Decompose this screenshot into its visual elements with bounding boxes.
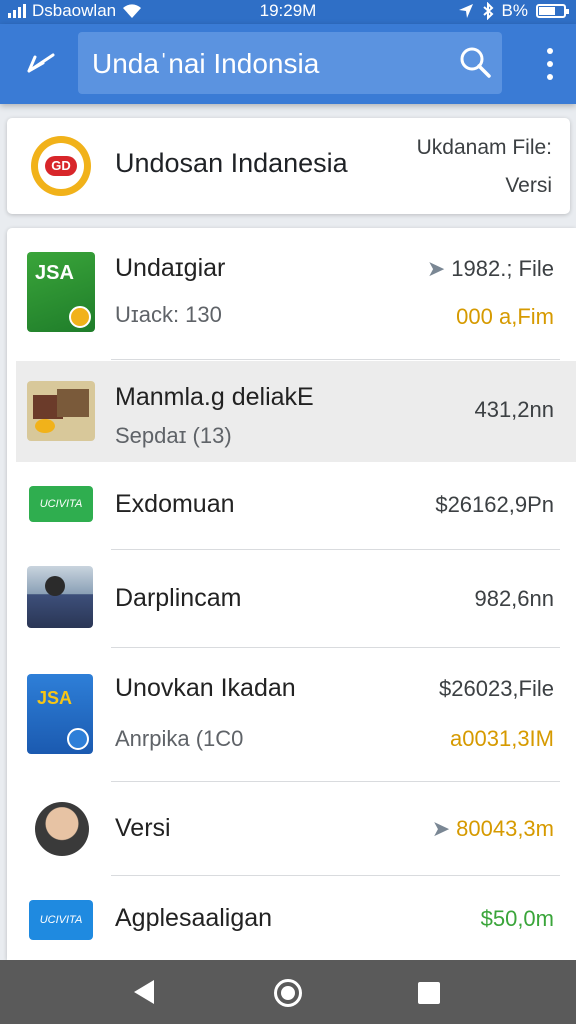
app-thumbnail [27, 381, 95, 441]
app-thumbnail: JSA [27, 252, 95, 332]
battery-icon [536, 4, 569, 18]
status-right: B% [458, 1, 569, 21]
nav-recents-icon[interactable] [418, 982, 440, 1004]
list-item[interactable]: Darplincam 982,6nn [7, 550, 576, 648]
item-meta-bottom: a0031,3IM [450, 726, 554, 751]
list-item[interactable]: JSA Unovkan Ikadan Anrpika (1C0 $26023,F… [7, 648, 576, 782]
item-subtitle: Anrpika (1C0 [115, 726, 244, 751]
item-meta-top: $50,0m [480, 906, 554, 931]
more-vert-icon[interactable] [542, 44, 558, 84]
item-meta-top: 982,6nn [474, 586, 554, 611]
back-arrow-icon[interactable] [18, 42, 62, 86]
item-subtitle: Sepdaɪ (13) [115, 423, 232, 448]
item-meta-top: $26023,File [439, 676, 554, 701]
list-item[interactable]: UCIVITA Agplesaaligan $50,0m [7, 876, 576, 960]
nav-home-icon[interactable] [274, 979, 302, 1007]
location-icon [458, 4, 473, 18]
item-title: Exdomuan [115, 490, 235, 518]
system-nav-bar [0, 960, 576, 1024]
header-title: Undosan Indanesia [115, 148, 348, 178]
app-thumbnail [27, 566, 93, 628]
list-item[interactable]: Manmla.g deliakE Sepdaɪ (13) 431,2nn [16, 361, 576, 462]
item-meta-top: 431,2nn [474, 397, 554, 422]
search-bar[interactable]: Undaˈnai Indonsia [78, 32, 502, 94]
bluetooth-icon [482, 2, 493, 20]
list-item[interactable]: JSA Undaɪgiar Uɪack: 130 ➤ 1982.; File 0… [7, 228, 576, 360]
header-meta-top: Ukdanam File: [416, 136, 552, 159]
logo-text: GD [45, 156, 77, 176]
item-title: Unovkan Ikadan [115, 674, 296, 702]
item-title: Manmla.g deliakE [115, 383, 314, 411]
pin-icon: ➤ [431, 816, 451, 841]
item-subtitle: Uɪack: 130 [115, 302, 222, 327]
item-title: Versi [115, 814, 171, 842]
header-meta-bottom: Versi [505, 174, 552, 197]
item-title: Agplesaaligan [115, 904, 273, 932]
item-meta-top: ➤ 1982.; File [426, 256, 554, 281]
status-bar: Dsbaowlan 19:29M B% [0, 0, 576, 24]
list-item[interactable]: Versi ➤ 80043,3m [7, 782, 576, 876]
search-input[interactable]: Undaˈnai Indonsia [92, 48, 319, 80]
app-thumbnail: UCIVITA [29, 486, 93, 522]
battery-label: B% [501, 1, 528, 20]
nav-back-icon[interactable] [134, 980, 154, 1004]
app-bar: Undaˈnai Indonsia [0, 24, 576, 104]
app-logo: GD [31, 136, 91, 196]
list-item[interactable]: UCIVITA Exdomuan $26162,9Pn [7, 462, 576, 550]
item-meta-top: $26162,9Pn [435, 492, 554, 517]
item-title: Darplincam [115, 584, 242, 612]
item-meta-top: ➤ 80043,3m [431, 816, 554, 841]
app-thumbnail: UCIVITA [29, 900, 93, 940]
item-title: Undaɪgiar [115, 254, 226, 282]
avatar [35, 802, 89, 856]
file-list: JSA Undaɪgiar Uɪack: 130 ➤ 1982.; File 0… [7, 228, 576, 960]
pin-icon: ➤ [426, 256, 446, 281]
search-icon[interactable] [458, 45, 492, 79]
app-thumbnail: JSA [27, 674, 93, 754]
header-card[interactable]: GD Undosan Indanesia Ukdanam File: Versi [7, 118, 570, 214]
item-meta-bottom: 000 a,Fim [456, 304, 554, 329]
